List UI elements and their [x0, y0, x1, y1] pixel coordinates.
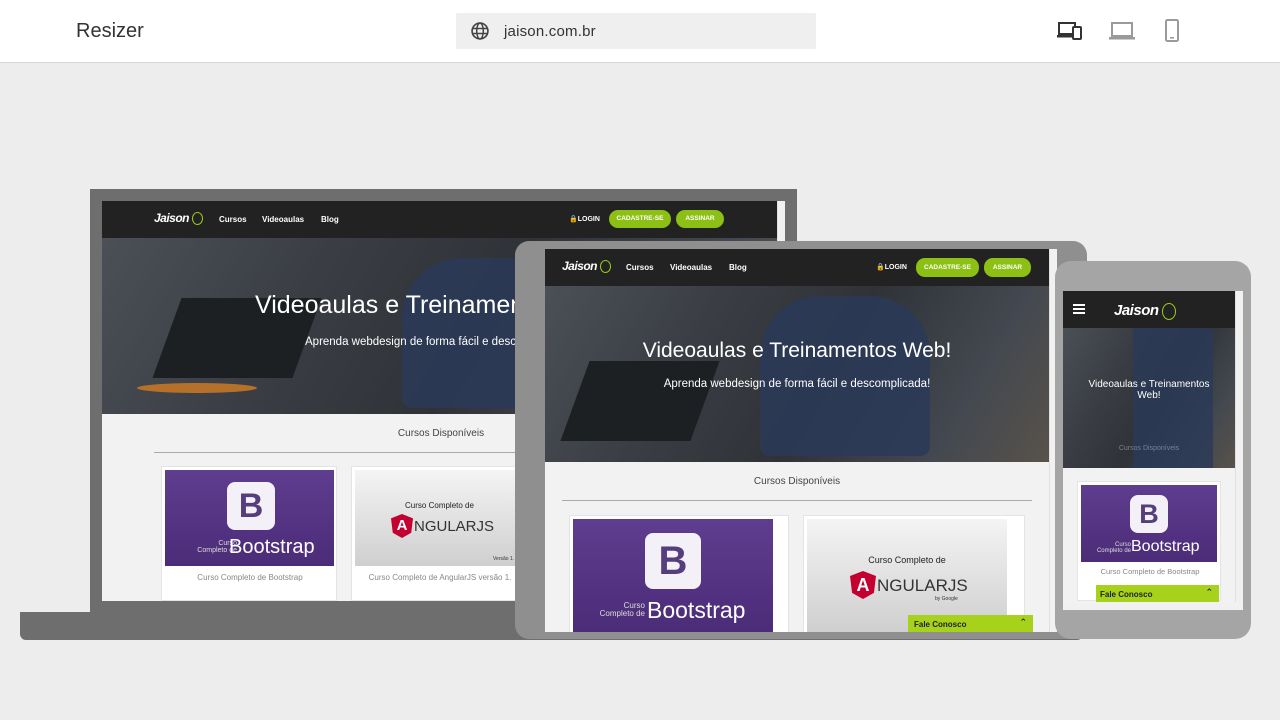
hero-title: Videoaulas e Treinamen	[255, 291, 525, 319]
hero-subtitle: Aprenda webdesign de forma fácil e desco…	[663, 378, 931, 390]
table-photo	[137, 383, 257, 393]
bulb-icon	[599, 260, 611, 274]
angular-word: NGULARJS	[414, 518, 495, 535]
angular-version: Versão 1.	[493, 556, 515, 562]
course-card-bootstrap[interactable]: B Curso Completo de Bootstrap Curso Compl…	[1077, 481, 1221, 601]
course-card-bootstrap[interactable]: B Curso Completo de Bootstrap	[569, 515, 789, 632]
angular-top-label: Curso Completo de	[868, 555, 946, 565]
hero-banner	[545, 286, 1049, 462]
cadastre-button[interactable]: CADASTRE-SE	[916, 258, 979, 277]
course-card-bootstrap[interactable]: B Curso Completo de Bootstrap Curso Compl…	[161, 466, 337, 601]
site-logo[interactable]: Jaison	[562, 259, 611, 274]
card-caption: Curso Completo de Bootstrap	[1100, 567, 1200, 576]
nav-videoaulas[interactable]: Videoaulas	[262, 215, 304, 224]
card-caption: Curso Completo de AngularJS versão 1.	[368, 573, 512, 582]
angular-word: NGULARJS	[877, 576, 968, 595]
section-title: Cursos Disponíveis	[753, 476, 841, 487]
logo-text: Jaison	[154, 211, 190, 225]
tablet-screen[interactable]: Jaison Cursos Videoaulas Blog 🔒LOGIN CAD…	[545, 249, 1057, 632]
bootstrap-logo: B	[1130, 495, 1168, 533]
login-label: LOGIN	[577, 216, 600, 223]
bootstrap-curso-label: Curso Completo de	[575, 601, 645, 619]
bootstrap-thumbnail: B Curso Completo de Bootstrap	[1081, 485, 1217, 562]
chevron-up-icon: ⌃	[1019, 617, 1027, 627]
angular-logo: A	[391, 514, 413, 538]
hero-title-line1: Videoaulas e Treinamentos	[1088, 379, 1210, 390]
divider	[154, 452, 554, 453]
divider	[562, 500, 1032, 501]
hero-subtitle: Aprenda webdesign de forma fácil e desc	[305, 336, 516, 348]
site-logo[interactable]: Jaison	[1114, 302, 1177, 320]
logo-text: Jaison	[1114, 302, 1159, 319]
fale-conosco-tab[interactable]: Fale Conosco ⌃	[1096, 585, 1219, 602]
course-card-angular[interactable]: Curso Completo de A NGULARJS Versão 1. C…	[351, 466, 527, 601]
bootstrap-thumbnail: B Curso Completo de Bootstrap	[573, 519, 773, 632]
site-navbar: Jaison	[1063, 291, 1235, 328]
laptop-photo	[560, 361, 720, 441]
site-navbar: Jaison Cursos Videoaulas Blog 🔒LOGIN CAD…	[545, 249, 1049, 286]
scrollbar-horizontal[interactable]	[1063, 602, 1243, 610]
login-link[interactable]: 🔒LOGIN	[569, 215, 600, 223]
nav-blog[interactable]: Blog	[729, 263, 747, 272]
bootstrap-word: Bootstrap	[229, 536, 315, 558]
card-caption: Curso Completo de Bootstrap	[197, 573, 303, 582]
url-bar[interactable]: jaison.com.br	[456, 13, 816, 49]
nav-cursos[interactable]: Cursos	[219, 215, 247, 224]
site-navbar: Jaison Cursos Videoaulas Blog 🔒LOGIN CAD…	[102, 201, 785, 238]
globe-icon	[471, 22, 489, 40]
section-title: Cursos Disponíveis	[397, 428, 485, 439]
angular-thumbnail: Curso Completo de A NGULARJS Versão 1.	[355, 470, 524, 566]
bs-completo: Completo de	[1096, 548, 1131, 555]
person-photo	[760, 296, 930, 456]
url-text[interactable]: jaison.com.br	[504, 23, 596, 40]
devices-icon[interactable]	[1056, 18, 1084, 44]
bootstrap-logo: B	[227, 482, 275, 530]
bs-completo: Completo de	[599, 609, 645, 619]
hero-title: Videoaulas e Treinamentos Web!	[642, 339, 952, 362]
bootstrap-curso-label: Curso Completo de	[1081, 542, 1131, 555]
nav-cursos[interactable]: Cursos	[626, 263, 654, 272]
scrollbar-vertical[interactable]	[1235, 291, 1243, 602]
bootstrap-curso-label: Curso Completo de	[167, 540, 237, 555]
angular-by: by Google	[935, 596, 958, 602]
hero-title-line2: Web!	[1137, 390, 1161, 401]
bs-curso: Curso	[1114, 542, 1131, 548]
app-title: Resizer	[76, 20, 144, 42]
logo-text: Jaison	[562, 259, 598, 273]
laptop-icon[interactable]	[1108, 18, 1136, 44]
hero-title: Videoaulas e Treinamentos Web!	[1063, 379, 1235, 401]
bootstrap-logo: B	[645, 533, 701, 589]
login-label: LOGIN	[884, 264, 907, 271]
fale-label: Fale Conosco	[1100, 590, 1153, 599]
bulb-icon	[1162, 302, 1177, 320]
site-logo[interactable]: Jaison	[154, 211, 203, 226]
bootstrap-word: Bootstrap	[647, 597, 746, 623]
assinar-button[interactable]: ASSINAR	[984, 258, 1031, 277]
nav-videoaulas[interactable]: Videoaulas	[670, 263, 712, 272]
toolbar: Resizer jaison.com.br	[0, 0, 1280, 63]
assinar-button[interactable]: ASSINAR	[676, 210, 724, 228]
bulb-icon	[191, 212, 203, 226]
faded-text: Cursos Disponíveis	[1118, 445, 1180, 452]
nav-blog[interactable]: Blog	[321, 215, 339, 224]
angular-top-label: Curso Completo de	[405, 501, 474, 510]
chevron-up-icon: ⌃	[1205, 587, 1213, 597]
fale-conosco-tab[interactable]: Fale Conosco ⌃	[908, 615, 1033, 632]
fale-label: Fale Conosco	[914, 620, 967, 629]
login-link[interactable]: 🔒LOGIN	[876, 263, 907, 271]
smartphone-icon[interactable]	[1158, 18, 1186, 44]
bootstrap-word: Bootstrap	[1131, 538, 1200, 555]
angular-logo: A	[850, 571, 876, 599]
cadastre-button[interactable]: CADASTRE-SE	[609, 210, 671, 228]
bootstrap-thumbnail: B Curso Completo de Bootstrap	[165, 470, 334, 566]
phone-screen[interactable]: Jaison Videoaulas e Treinamentos Web! Cur…	[1063, 291, 1243, 610]
hamburger-icon[interactable]	[1073, 304, 1085, 314]
